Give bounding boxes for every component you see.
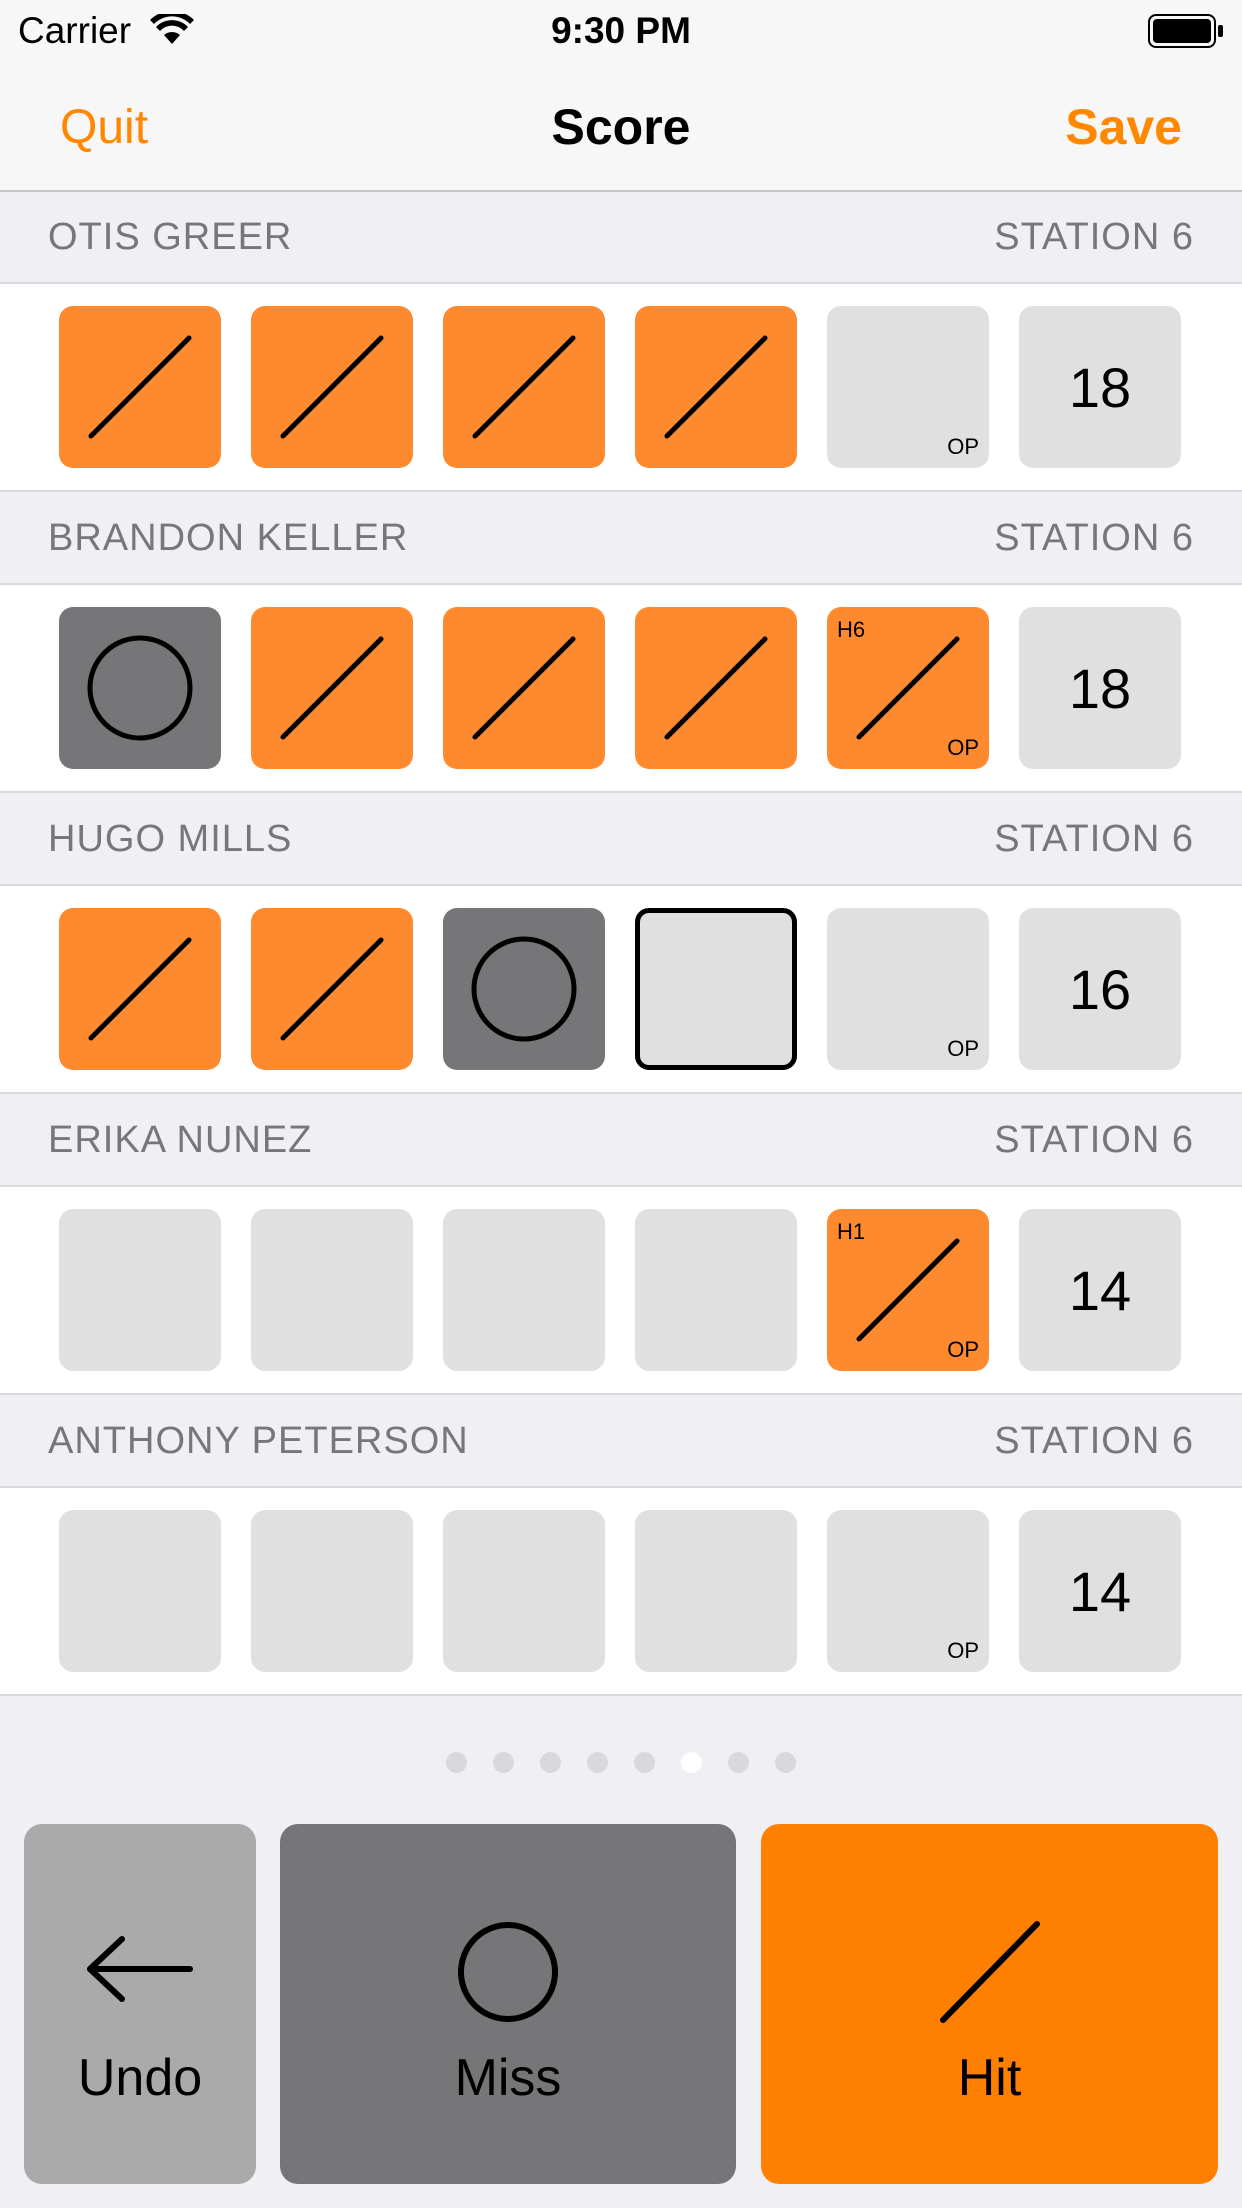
slash-icon [280,636,384,740]
shot-cell[interactable] [251,607,413,769]
player-shot-row: OP 14 [0,1486,1242,1696]
player-name: BRANDON KELLER [48,517,409,559]
player-score: 18 [1019,607,1181,769]
slash-icon [472,335,576,439]
shot-cell[interactable] [635,1510,797,1672]
battery-icon [1148,14,1223,48]
shot-tag: H1 [837,1219,866,1244]
player-header: ANTHONY PETERSON STATION 6 [0,1396,1242,1486]
op-label: OP [947,1036,979,1061]
page-title: Score [551,99,691,155]
player-shot-row: OP 18 [0,282,1242,492]
shot-cell[interactable] [635,306,797,468]
page-dot[interactable] [493,1752,514,1773]
shot-cell[interactable] [251,1510,413,1672]
shot-cell[interactable] [635,908,797,1070]
player-score: 18 [1019,306,1181,468]
slash-icon [88,335,192,439]
status-bar: Carrier 9:30 PM [0,0,1242,62]
player-name: OTIS GREER [48,216,293,258]
status-time: 9:30 PM [551,10,691,51]
shot-cell[interactable] [59,1510,221,1672]
player-shot-row: OP 16 [0,884,1242,1094]
player-header: HUGO MILLS STATION 6 [0,794,1242,884]
page-dot[interactable] [446,1752,467,1773]
page-dot[interactable] [587,1752,608,1773]
undo-label: Undo [77,2049,203,2107]
page-indicator[interactable] [0,1752,1242,1776]
shot-cell[interactable] [443,1209,605,1371]
save-button[interactable]: Save [1065,98,1182,156]
shot-cell[interactable] [251,1209,413,1371]
shot-cell[interactable] [635,1209,797,1371]
player-shot-row: H1 OP 14 [0,1185,1242,1395]
shot-cell[interactable]: OP [827,1510,989,1672]
player-header: OTIS GREER STATION 6 [0,192,1242,282]
player-score: 16 [1019,908,1181,1070]
shot-cell[interactable]: H1 OP [827,1209,989,1371]
slash-icon [472,636,576,740]
page-dot[interactable] [634,1752,655,1773]
arrow-left-icon [87,1936,193,2002]
circle-icon [87,635,193,741]
player-score: 14 [1019,1510,1181,1672]
shot-cell[interactable] [59,607,221,769]
shot-cell[interactable] [251,908,413,1070]
player-name: ERIKA NUNEZ [48,1119,313,1161]
undo-button[interactable]: Undo [24,1824,256,2184]
op-label: OP [947,1638,979,1663]
shot-tag: H6 [837,617,866,642]
shot-cell[interactable] [251,306,413,468]
player-name: ANTHONY PETERSON [48,1420,469,1462]
op-label: OP [947,735,979,760]
player-name: HUGO MILLS [48,818,293,860]
shot-cell[interactable] [443,1510,605,1672]
player-score: 14 [1019,1209,1181,1371]
page-dot[interactable] [540,1752,561,1773]
slash-icon [280,335,384,439]
shot-cell[interactable] [443,908,605,1070]
page-dot[interactable] [775,1752,796,1773]
player-header: ERIKA NUNEZ STATION 6 [0,1095,1242,1185]
navigation-bar: Quit Score Save [0,62,1242,192]
shot-cell[interactable]: H6 OP [827,607,989,769]
shot-cell[interactable] [59,1209,221,1371]
player-station: STATION 6 [994,517,1194,559]
player-shot-row: H6 OP 18 [0,583,1242,793]
circle-icon [458,1922,558,2022]
miss-label: Miss [454,2049,562,2107]
player-station: STATION 6 [994,216,1194,258]
slash-icon [88,937,192,1041]
page-dot[interactable] [681,1752,702,1773]
slash-icon [664,335,768,439]
shot-cell[interactable] [635,607,797,769]
shot-cell[interactable] [443,607,605,769]
shot-cell[interactable] [59,306,221,468]
page-dot[interactable] [728,1752,749,1773]
player-header: BRANDON KELLER STATION 6 [0,493,1242,583]
player-station: STATION 6 [994,1420,1194,1462]
player-station: STATION 6 [994,1119,1194,1161]
hit-button[interactable]: Hit [761,1824,1218,2184]
shot-cell[interactable] [443,306,605,468]
op-label: OP [947,434,979,459]
shot-cell[interactable]: OP [827,908,989,1070]
op-label: OP [947,1337,979,1362]
shot-cell[interactable] [59,908,221,1070]
slash-icon [940,1921,1040,2023]
miss-button[interactable]: Miss [280,1824,736,2184]
shot-cell[interactable]: OP [827,306,989,468]
hit-label: Hit [957,2049,1022,2107]
slash-icon [664,636,768,740]
player-station: STATION 6 [994,818,1194,860]
slash-icon [280,937,384,1041]
circle-icon [471,936,577,1042]
